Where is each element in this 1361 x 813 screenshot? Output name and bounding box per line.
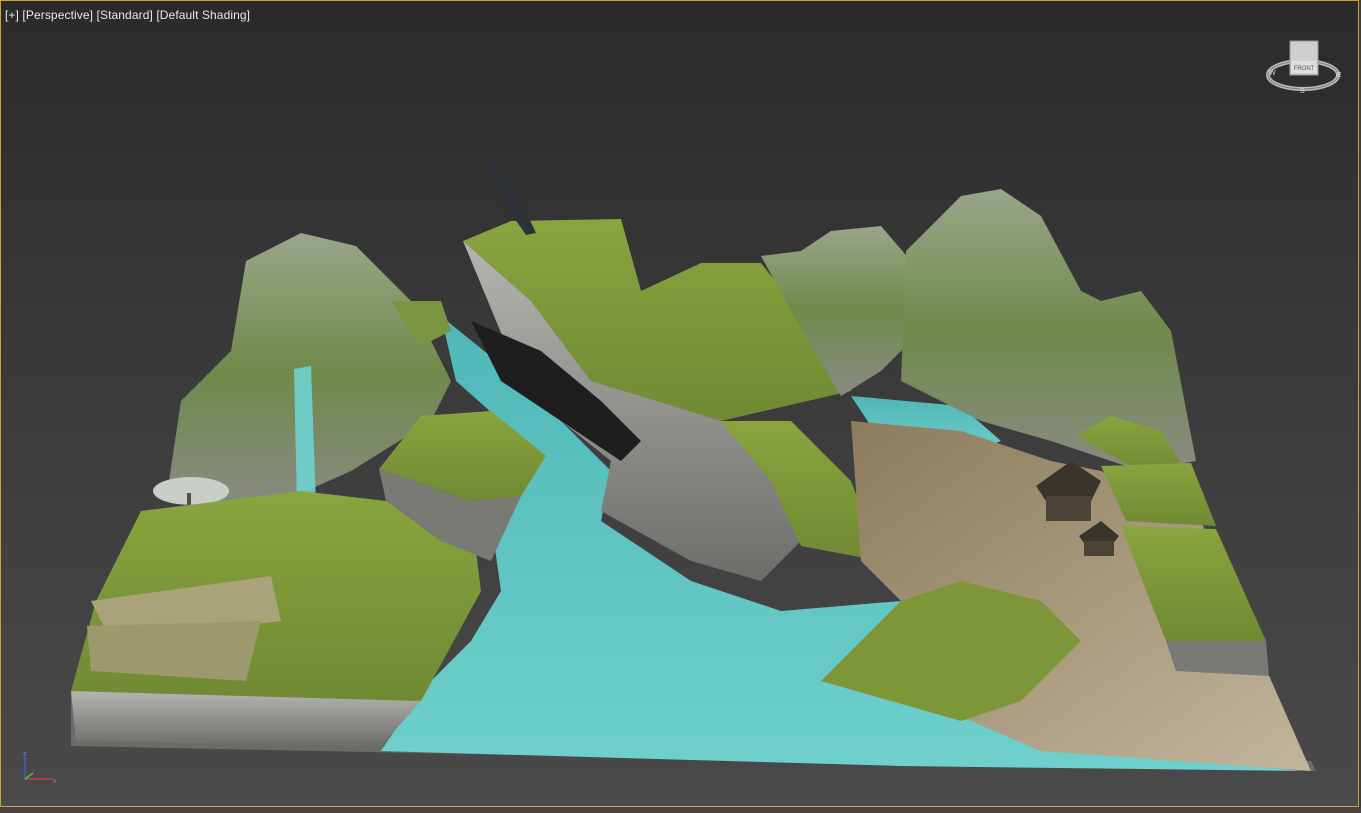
bottom-strip (0, 807, 1361, 813)
compass-east[interactable]: E (1337, 72, 1342, 79)
viewport-view-menu[interactable]: [Perspective] (22, 8, 93, 22)
x-axis-label: x (53, 778, 57, 785)
viewport-mode-menu[interactable]: [Standard] (97, 8, 153, 22)
compass-west[interactable]: W (1269, 70, 1276, 77)
viewport-label-menu: [+] [Perspective] [Standard] [Default Sh… (5, 8, 250, 22)
z-axis-label: z (23, 751, 27, 758)
axis-tripod: z x (23, 751, 57, 785)
right-terrace-face (1166, 641, 1269, 676)
terrain-scene[interactable] (1, 1, 1359, 807)
viewport-plus-menu[interactable]: [+] (5, 8, 19, 22)
viewcube-face-label[interactable]: FRONT (1294, 66, 1315, 72)
y-axis-line (24, 772, 34, 780)
viewport-shading-menu[interactable]: [Default Shading] (156, 8, 250, 22)
viewcube-navigator[interactable]: FRONT W E S (1263, 37, 1345, 99)
perspective-viewport[interactable]: [+] [Perspective] [Standard] [Default Sh… (0, 0, 1359, 807)
compass-south[interactable]: S (1300, 88, 1305, 95)
left-step-2 (87, 621, 261, 681)
